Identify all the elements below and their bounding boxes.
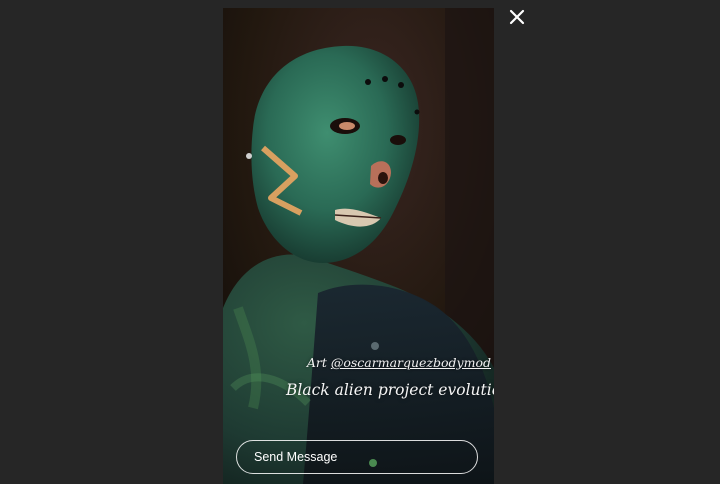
story-photo xyxy=(223,8,494,484)
story-media-frame[interactable]: Art @oscarmarquezbodymod Black alien pro… xyxy=(223,8,494,484)
credit-handle-link[interactable]: @oscarmarquezbodymod xyxy=(331,355,491,370)
credit-prefix: Art xyxy=(306,355,331,370)
close-button[interactable] xyxy=(505,5,529,29)
send-message-placeholder: Send Message xyxy=(254,450,338,464)
story-viewer: Art @oscarmarquezbodymod Black alien pro… xyxy=(0,0,720,484)
story-caption: Black alien project evolution xyxy=(286,381,494,399)
story-credit: Art @oscarmarquezbodymod xyxy=(307,355,491,370)
close-icon xyxy=(509,9,525,25)
send-message-input[interactable]: Send Message xyxy=(236,440,478,474)
